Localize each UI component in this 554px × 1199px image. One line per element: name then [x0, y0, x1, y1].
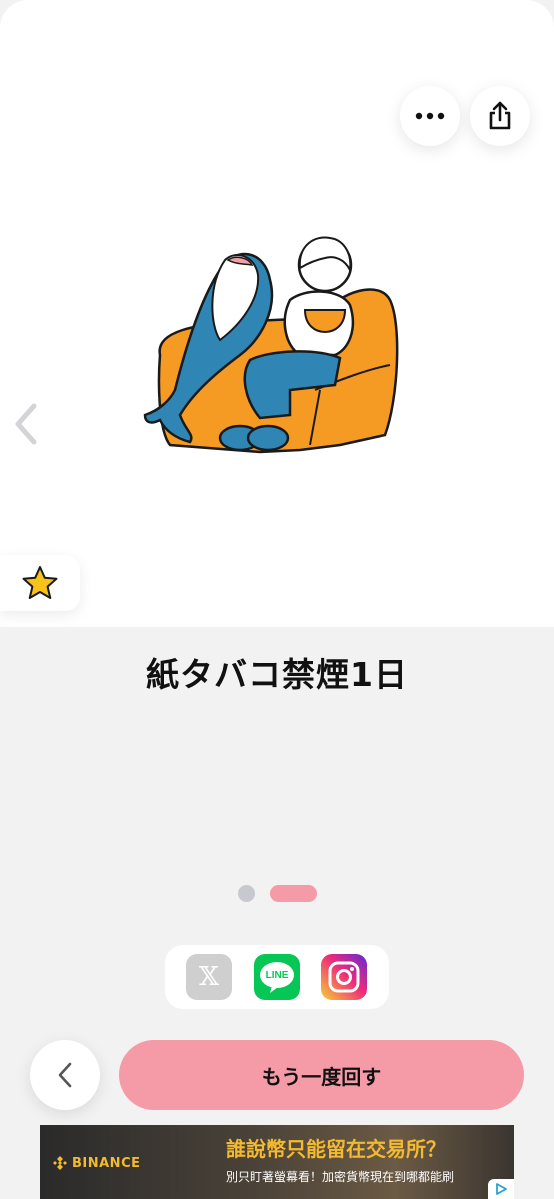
share-icon	[489, 101, 511, 130]
chevron-left-icon	[58, 1062, 72, 1088]
share-button[interactable]	[470, 86, 530, 146]
instagram-share-button[interactable]	[321, 954, 367, 1000]
binance-logo: BINANCE	[52, 1155, 141, 1171]
result-title: 紙タバコ禁煙1日	[146, 655, 408, 694]
line-label: LINE	[265, 970, 289, 981]
more-button[interactable]	[400, 86, 460, 146]
page-indicator-dot	[238, 885, 255, 902]
x-share-button[interactable]: 𝕏	[186, 954, 232, 1000]
line-share-button[interactable]: LINE	[254, 954, 300, 1000]
ad-brand: BINANCE	[72, 1155, 141, 1171]
previous-arrow-icon[interactable]	[8, 400, 44, 448]
ad-choices-icon[interactable]	[488, 1179, 514, 1199]
star-icon	[22, 566, 58, 599]
x-icon: 𝕏	[198, 962, 220, 992]
ad-headline: 誰說幣只能留在交易所？	[226, 1137, 446, 1161]
illustration	[143, 236, 399, 454]
favorite-button[interactable]	[0, 555, 80, 611]
result-card	[0, 0, 554, 627]
ad-play-icon	[496, 1183, 507, 1195]
ad-subtext: 別只盯著螢幕看！加密貨幣現在到哪都能刷	[226, 1170, 455, 1184]
page-indicator-dot-active	[270, 885, 317, 902]
ellipsis-icon	[415, 112, 445, 120]
back-button[interactable]	[30, 1040, 100, 1110]
ad-banner[interactable]: BINANCE 誰說幣只能留在交易所？ 別只盯著螢幕看！加密貨幣現在到哪都能刷	[40, 1125, 514, 1199]
spin-again-button[interactable]: もう一度回す	[119, 1040, 524, 1110]
binance-logo-icon	[53, 1156, 67, 1170]
share-bar: 𝕏 LINE	[165, 945, 389, 1009]
instagram-icon	[328, 961, 360, 993]
